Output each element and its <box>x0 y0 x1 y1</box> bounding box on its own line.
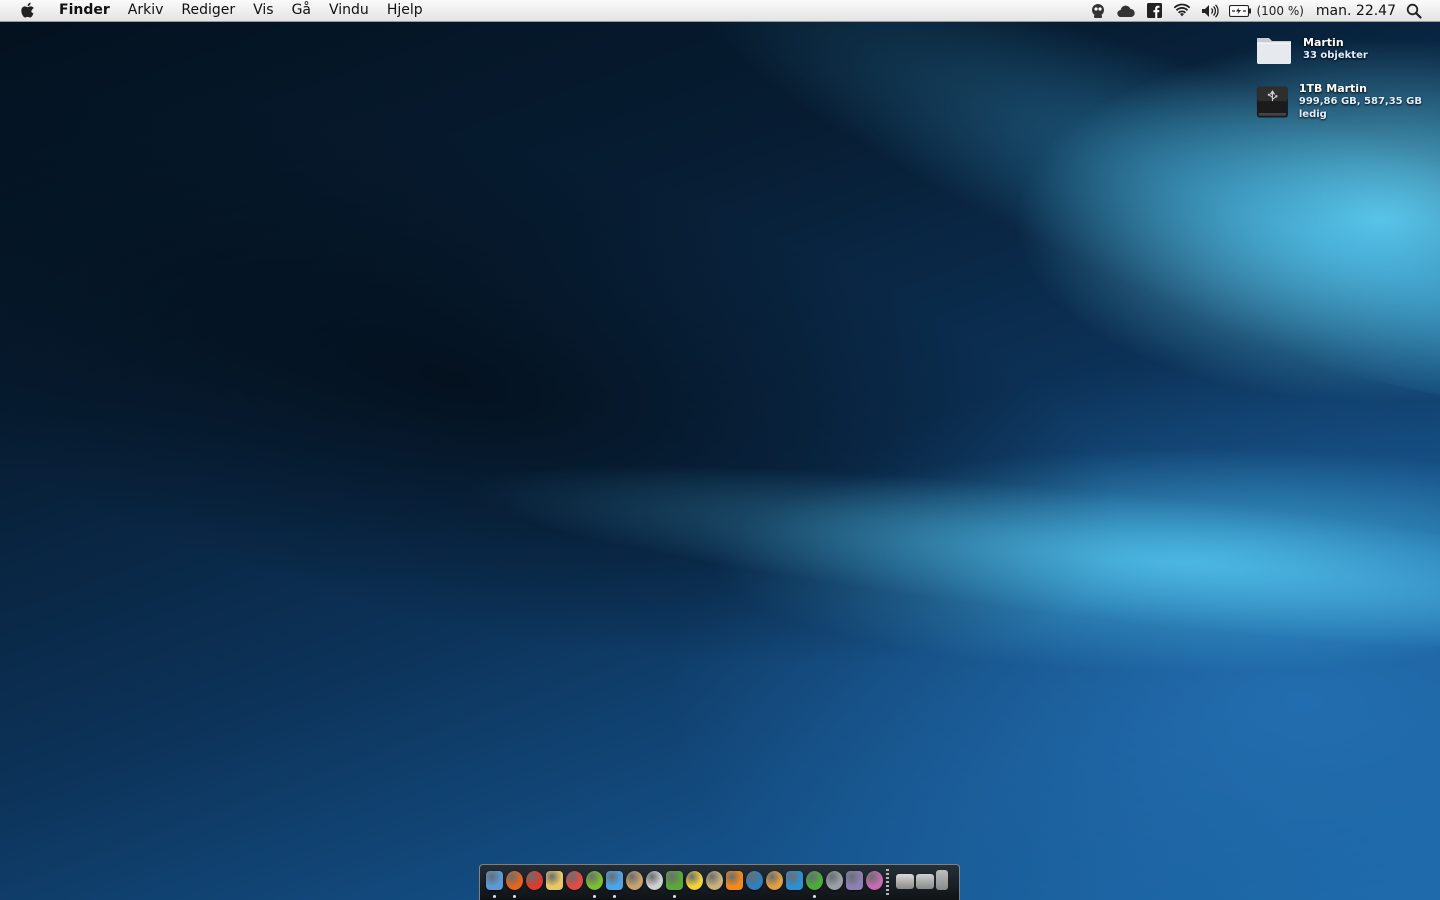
folder-icon <box>1257 38 1291 64</box>
desktop-item-name: Martin <box>1303 36 1344 49</box>
iphoto-icon[interactable] <box>626 871 643 890</box>
menu-bar: Finder Arkiv Rediger Vis Gå Vindu Hjelp … <box>0 0 1440 22</box>
running-indicator <box>673 895 676 898</box>
transmit-icon[interactable] <box>766 871 783 890</box>
system-preferences-icon[interactable] <box>826 871 843 890</box>
trash-icon[interactable] <box>936 870 948 890</box>
photoshop-icon[interactable] <box>746 871 763 890</box>
menu-clock[interactable]: man. 22.47 <box>1316 3 1396 19</box>
menu-hjelp[interactable]: Hjelp <box>378 0 432 21</box>
desktop-item-martin[interactable]: Martin 33 objekter <box>1255 33 1368 65</box>
cloud-icon[interactable] <box>1117 3 1136 19</box>
battery-icon[interactable] <box>1229 3 1252 19</box>
apple-menu-icon[interactable] <box>19 2 35 19</box>
applications-folder-icon[interactable] <box>896 874 914 889</box>
utorrent-icon[interactable] <box>806 871 823 890</box>
display-icon[interactable] <box>846 871 863 890</box>
spotify-icon[interactable] <box>586 871 603 890</box>
menu-vis[interactable]: Vis <box>244 0 282 21</box>
ical-icon[interactable] <box>566 871 583 890</box>
running-indicator <box>593 895 596 898</box>
battery-percentage[interactable]: (100 %) <box>1256 4 1303 18</box>
menu-rediger[interactable]: Rediger <box>172 0 244 21</box>
volume-icon[interactable] <box>1201 3 1220 19</box>
menu-finder[interactable]: Finder <box>50 0 119 21</box>
word-icon[interactable] <box>786 871 803 890</box>
running-indicator <box>493 895 496 898</box>
mail-icon[interactable] <box>686 871 703 890</box>
running-indicator <box>513 895 516 898</box>
notes-icon[interactable] <box>546 871 563 890</box>
desktop-item-1tb-martin[interactable]: 1TB Martin 999,86 GB, 587,35 GB ledig <box>1256 82 1440 121</box>
desktop-item-info: 33 objekter <box>1303 50 1368 61</box>
desktop-item-name: 1TB Martin <box>1298 82 1367 95</box>
facebook-icon[interactable] <box>1145 3 1163 19</box>
dock-separator[interactable] <box>886 869 889 896</box>
finder-icon[interactable] <box>486 871 503 890</box>
adium-icon[interactable] <box>666 871 683 890</box>
running-indicator <box>813 895 816 898</box>
imovie-icon[interactable] <box>646 871 663 890</box>
spotlight-search-icon[interactable] <box>1406 3 1422 19</box>
yojimbo-icon[interactable] <box>706 871 723 890</box>
menu-ga[interactable]: Gå <box>283 0 320 21</box>
menu-arkiv[interactable]: Arkiv <box>119 0 173 21</box>
chrome-icon[interactable] <box>526 871 543 890</box>
clapper-icon[interactable] <box>866 871 883 890</box>
desktop-background <box>0 0 1440 900</box>
wifi-icon[interactable] <box>1173 3 1191 19</box>
vlc-icon[interactable] <box>726 871 743 890</box>
usb-drive-icon <box>1256 85 1288 118</box>
downloads-folder-icon[interactable] <box>916 874 934 889</box>
running-indicator <box>613 895 616 898</box>
desktop-item-info: 999,86 GB, 587,35 GB ledig <box>1298 96 1422 120</box>
firefox-icon[interactable] <box>506 871 523 890</box>
alien-robot-icon[interactable] <box>1089 3 1107 19</box>
dock <box>479 864 960 900</box>
itunes-icon[interactable] <box>606 871 623 890</box>
menu-vindu[interactable]: Vindu <box>320 0 378 21</box>
